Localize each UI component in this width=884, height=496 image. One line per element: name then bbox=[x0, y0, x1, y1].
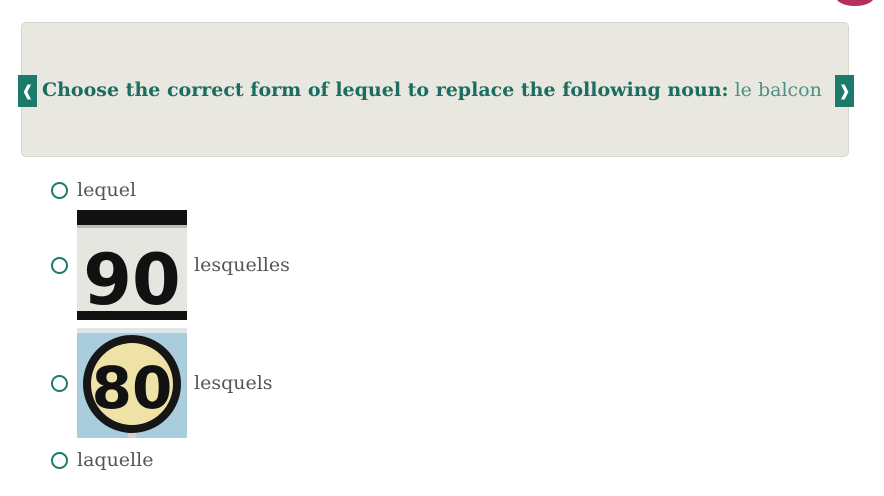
question-noun: le balcon bbox=[734, 79, 822, 101]
option-label: lequel bbox=[77, 179, 137, 201]
option-label: lesquels bbox=[194, 372, 273, 394]
question-text: Choose the correct form of lequel to rep… bbox=[42, 77, 822, 103]
radio-button[interactable] bbox=[51, 374, 68, 392]
answer-option-lequel[interactable]: lequel bbox=[51, 179, 136, 201]
previous-button[interactable]: ❰ bbox=[18, 75, 37, 107]
chevron-left-icon: ❰ bbox=[21, 81, 34, 100]
answer-option-lesquels[interactable]: 80 lesquels bbox=[51, 328, 273, 438]
option-label: lesquelles bbox=[194, 254, 290, 276]
corner-badge[interactable] bbox=[836, 0, 874, 6]
radio-button[interactable] bbox=[51, 256, 68, 274]
answer-option-lesquelles[interactable]: 90 lesquelles bbox=[51, 210, 290, 320]
chevron-right-icon: ❱ bbox=[838, 81, 851, 100]
next-button[interactable]: ❱ bbox=[835, 75, 854, 107]
radio-button[interactable] bbox=[51, 451, 68, 469]
radio-button[interactable] bbox=[51, 181, 68, 199]
speed-sign-90-image: 90 bbox=[77, 210, 187, 320]
sign-number: 80 bbox=[92, 354, 173, 422]
question-prompt: Choose the correct form of lequel to rep… bbox=[42, 79, 729, 101]
option-label: laquelle bbox=[77, 449, 154, 471]
speed-sign-80-image: 80 bbox=[77, 328, 187, 438]
answer-option-laquelle[interactable]: laquelle bbox=[51, 449, 153, 471]
sign-number: 90 bbox=[83, 239, 180, 320]
